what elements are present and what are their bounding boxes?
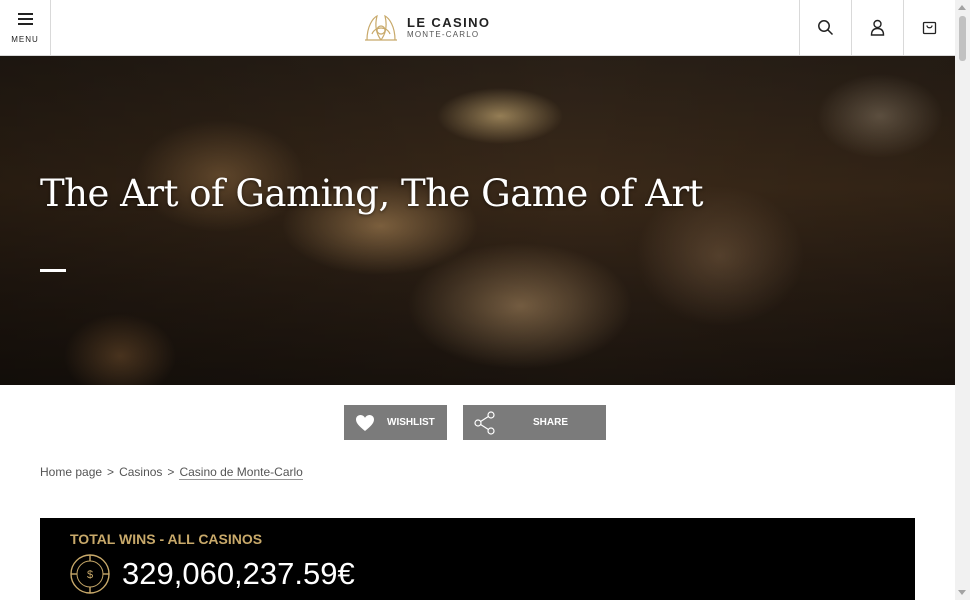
total-wins-amount: 329,060,237.59€ [122, 556, 355, 591]
scroll-down-arrow-icon[interactable] [958, 590, 966, 595]
breadcrumb-home-link[interactable]: Home page [40, 465, 102, 479]
svg-text:$: $ [87, 569, 93, 581]
total-wins-panel: TOTAL WINS - ALL CASINOS $ 329,060,237.5… [40, 518, 915, 600]
monogram-logo-icon [365, 14, 397, 41]
account-button[interactable] [851, 0, 903, 55]
slide-indicator[interactable] [40, 269, 66, 272]
hero-title: The Art of Gaming, The Game of Art [40, 172, 704, 215]
hero-banner: The Art of Gaming, The Game of Art [0, 56, 955, 385]
breadcrumb-current[interactable]: Casino de Monte-Carlo [179, 465, 303, 480]
user-icon [870, 19, 885, 36]
hamburger-icon [18, 13, 33, 28]
heart-icon [356, 415, 374, 431]
menu-label: MENU [11, 35, 39, 44]
menu-button[interactable]: MENU [0, 0, 51, 55]
breadcrumb: Home page > Casinos > Casino de Monte-Carlo [40, 465, 303, 480]
share-button[interactable]: SHARE [463, 405, 606, 440]
site-header: MENU LE CASINO MONTE-CARLO [0, 0, 955, 56]
cart-button[interactable] [903, 0, 955, 55]
wishlist-button[interactable]: WISHLIST [344, 405, 447, 440]
logo-subtitle: MONTE-CARLO [407, 30, 480, 39]
logo-title: LE CASINO [407, 15, 491, 30]
breadcrumb-separator: > [167, 465, 175, 479]
scrollbar-thumb[interactable] [959, 16, 966, 61]
share-label: SHARE [533, 417, 569, 428]
page-scrollbar[interactable] [955, 0, 970, 600]
scroll-up-arrow-icon[interactable] [958, 5, 966, 10]
search-icon [818, 20, 834, 36]
breadcrumb-separator: > [107, 465, 115, 479]
share-icon [474, 411, 495, 435]
bag-icon [922, 21, 937, 35]
casino-chip-icon: $ [70, 554, 110, 594]
total-wins-title: TOTAL WINS - ALL CASINOS [70, 531, 263, 547]
wishlist-label: WISHLIST [387, 417, 435, 428]
search-button[interactable] [799, 0, 851, 55]
hero-image-overlay [0, 56, 955, 385]
breadcrumb-casinos-link[interactable]: Casinos [119, 465, 162, 479]
